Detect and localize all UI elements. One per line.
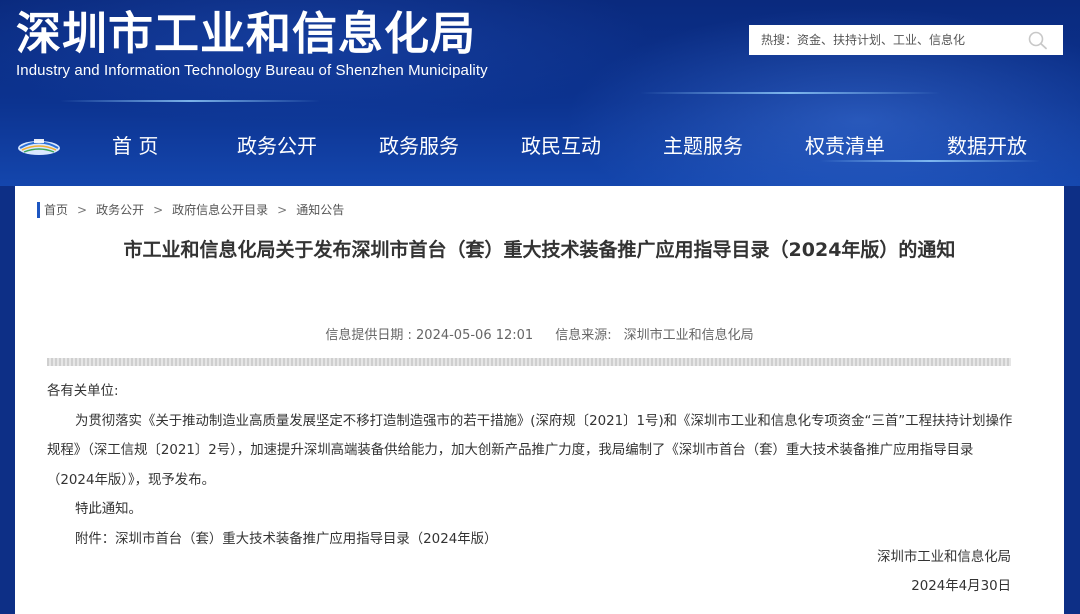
search-box[interactable] (749, 25, 1063, 55)
breadcrumb-separator: > (153, 203, 164, 217)
article-meta: 信息提供日期 : 2024-05-06 12:01 信息来源: 深圳市工业和信息化局 (15, 326, 1064, 346)
breadcrumb-separator: > (77, 203, 88, 217)
nav-item-open-data[interactable]: 数据开放 (947, 130, 1027, 162)
nav-item-gov-services[interactable]: 政务服务 (379, 130, 459, 162)
search-icon[interactable] (1027, 30, 1049, 50)
signature-date: 2024年4月30日 (911, 579, 1011, 594)
site-logo-icon[interactable] (16, 135, 62, 157)
signature-org: 深圳市工业和信息化局 (877, 550, 1011, 565)
attachment-link[interactable]: 附件：深圳市首台（套）重大技术装备推广应用指导目录（2024年版） (47, 525, 1013, 555)
site-title[interactable]: 深圳市工业和信息化局 (16, 6, 476, 62)
breadcrumb-separator: > (277, 203, 288, 217)
closing-line: 特此通知。 (75, 502, 142, 517)
nav-item-gov-affairs-open[interactable]: 政务公开 (237, 130, 317, 162)
search-input[interactable] (761, 27, 1023, 53)
salutation: 各有关单位: (47, 384, 119, 399)
breadcrumb: 首页 > 政务公开 > 政府信息公开目录 > 通知公告 (37, 202, 344, 218)
main-nav: 首 页 政务公开 政务服务 政民互动 主题服务 权责清单 数据开放 (0, 108, 1080, 186)
article-body: 各有关单位: 为贯彻落实《关于推动制造业高质量发展坚定不移打造制造强市的若干措施… (47, 377, 1013, 554)
source-label: 信息来源: (555, 328, 612, 343)
content-panel: 首页 > 政务公开 > 政府信息公开目录 > 通知公告 市工业和信息化局关于发布深圳市首台（… (15, 186, 1064, 614)
divider (47, 358, 1011, 366)
site-header: 深圳市工业和信息化局 Industry and Information Tech… (0, 0, 1080, 186)
nav-item-topic-services[interactable]: 主题服务 (663, 130, 743, 162)
signature: 深圳市工业和信息化局 2024年4月30日 (877, 543, 1011, 601)
nav-item-responsibility-list[interactable]: 权责清单 (805, 130, 885, 162)
breadcrumb-home[interactable]: 首页 (44, 203, 68, 217)
nav-item-interaction[interactable]: 政民互动 (521, 130, 601, 162)
decorative-streak (640, 92, 940, 94)
decorative-streak (60, 100, 320, 102)
publish-date: 信息提供日期 : 2024-05-06 12:01 (325, 328, 534, 343)
nav-item-home[interactable]: 首 页 (112, 130, 158, 162)
body-paragraph: 为贯彻落实《关于推动制造业高质量发展坚定不移打造制造强市的若干措施》(深府规〔2… (47, 413, 1013, 488)
source-value: 深圳市工业和信息化局 (623, 328, 754, 343)
article-title: 市工业和信息化局关于发布深圳市首台（套）重大技术装备推广应用指导目录（2024年… (123, 239, 956, 261)
breadcrumb-gov-affairs-open[interactable]: 政务公开 (96, 203, 144, 217)
breadcrumb-notices[interactable]: 通知公告 (296, 203, 344, 217)
breadcrumb-info-catalog[interactable]: 政府信息公开目录 (172, 203, 268, 217)
site-subtitle: Industry and Information Technology Bure… (16, 62, 488, 79)
